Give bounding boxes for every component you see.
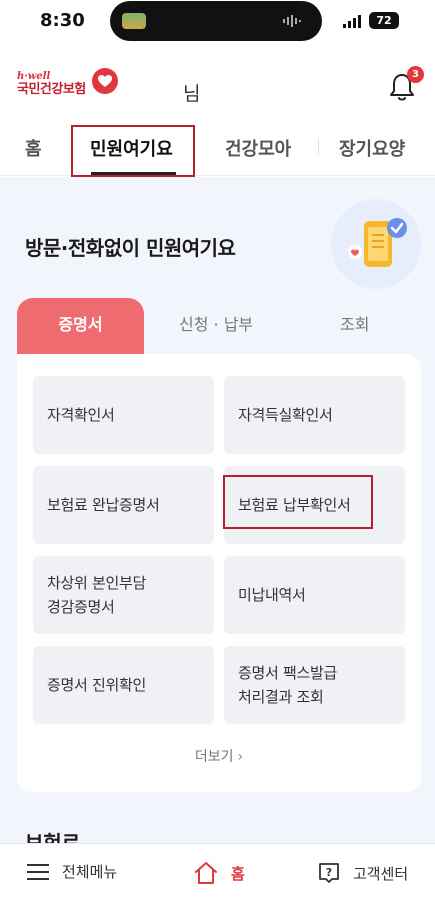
certificate-subtabs: 증명서 신청 · 납부 조회 xyxy=(17,298,421,355)
subtab-inquiry[interactable]: 조회 xyxy=(340,298,369,355)
main-tabs: 홈 민원여기요 건강모아 장기요양 xyxy=(0,120,435,176)
tab-divider xyxy=(318,139,319,155)
app-header: h·well 국민건강보험 님 3 xyxy=(0,44,435,120)
nhis-logo[interactable]: h·well 국민건강보험 xyxy=(17,71,86,98)
tab-long-term-care[interactable]: 장기요양 xyxy=(339,135,405,161)
clock: 8:30 xyxy=(40,10,85,31)
cert-label: 증명서 진위확인 xyxy=(47,676,146,694)
cert-unpaid-details[interactable]: 미납내역서 xyxy=(224,556,405,634)
cert-label: 자격득실확인서 xyxy=(238,406,333,424)
nav-home-label: 홈 xyxy=(231,864,245,883)
tab-home[interactable]: 홈 xyxy=(25,135,42,161)
cert-full-payment[interactable]: 보험료 완납증명서 xyxy=(33,466,214,544)
signal-icon xyxy=(343,15,361,28)
cert-label: 증명서 팩스발급 처리결과 조회 xyxy=(238,664,337,706)
subtab-certificates[interactable]: 증명서 xyxy=(17,298,144,355)
user-greeting: 님 xyxy=(183,83,201,105)
now-playing-thumbnail xyxy=(122,13,146,29)
logo-hwell-text: h·well xyxy=(17,71,51,82)
subtab-apply-payment[interactable]: 신청 · 납부 xyxy=(179,298,253,355)
cert-label: 보험료 완납증명서 xyxy=(47,496,160,514)
phone-document-illustration-icon xyxy=(331,199,421,289)
cert-fax-result[interactable]: 증명서 팩스발급 처리결과 조회 xyxy=(224,646,405,724)
chevron-right-icon: › xyxy=(237,749,244,765)
dynamic-island xyxy=(110,1,322,41)
bottom-navigation: 전체메뉴 홈 ? 고객센터 xyxy=(0,843,435,903)
cert-label: 미납내역서 xyxy=(238,586,306,604)
notification-badge: 3 xyxy=(407,66,424,83)
cert-qualification-history[interactable]: 자격득실확인서 xyxy=(224,376,405,454)
hamburger-menu-icon xyxy=(27,863,49,880)
cert-label: 차상위 본인부담 경감증명서 xyxy=(47,574,146,616)
svg-text:?: ? xyxy=(326,866,332,879)
nav-all-menu[interactable]: 전체메뉴 xyxy=(26,861,117,882)
nav-cs-label: 고객센터 xyxy=(353,864,409,883)
heart-logo-icon xyxy=(92,68,118,94)
cert-label: 자격확인서 xyxy=(47,406,115,424)
nav-home[interactable]: 홈 xyxy=(193,861,245,885)
logo-name-text: 국민건강보험 xyxy=(17,82,86,97)
battery-icon: 72 xyxy=(369,12,399,29)
cert-qualification[interactable]: 자격확인서 xyxy=(33,376,214,454)
tab-health-collect[interactable]: 건강모아 xyxy=(225,135,291,161)
hero-title: 방문·전화없이 민원여기요 xyxy=(25,236,236,260)
cert-copay-reduction[interactable]: 차상위 본인부담 경감증명서 xyxy=(33,556,214,634)
question-chat-icon: ? xyxy=(319,863,339,883)
nav-menu-label: 전체메뉴 xyxy=(62,863,118,881)
highlight-box-civil-tab xyxy=(71,125,195,177)
cert-authenticity-check[interactable]: 증명서 진위확인 xyxy=(33,646,214,724)
audio-wave-icon xyxy=(283,15,301,27)
certificate-grid: 자격확인서 자격득실확인서 보험료 완납증명서 보험료 납부확인서 차상위 본인… xyxy=(17,354,421,792)
more-link[interactable]: 더보기 › xyxy=(17,746,421,766)
nav-customer-center[interactable]: ? 고객센터 xyxy=(317,861,408,885)
more-label: 더보기 xyxy=(194,749,234,765)
highlight-box-payment-confirmation xyxy=(223,475,373,529)
home-icon xyxy=(195,862,217,884)
status-bar: 8:30 72 xyxy=(0,0,435,44)
